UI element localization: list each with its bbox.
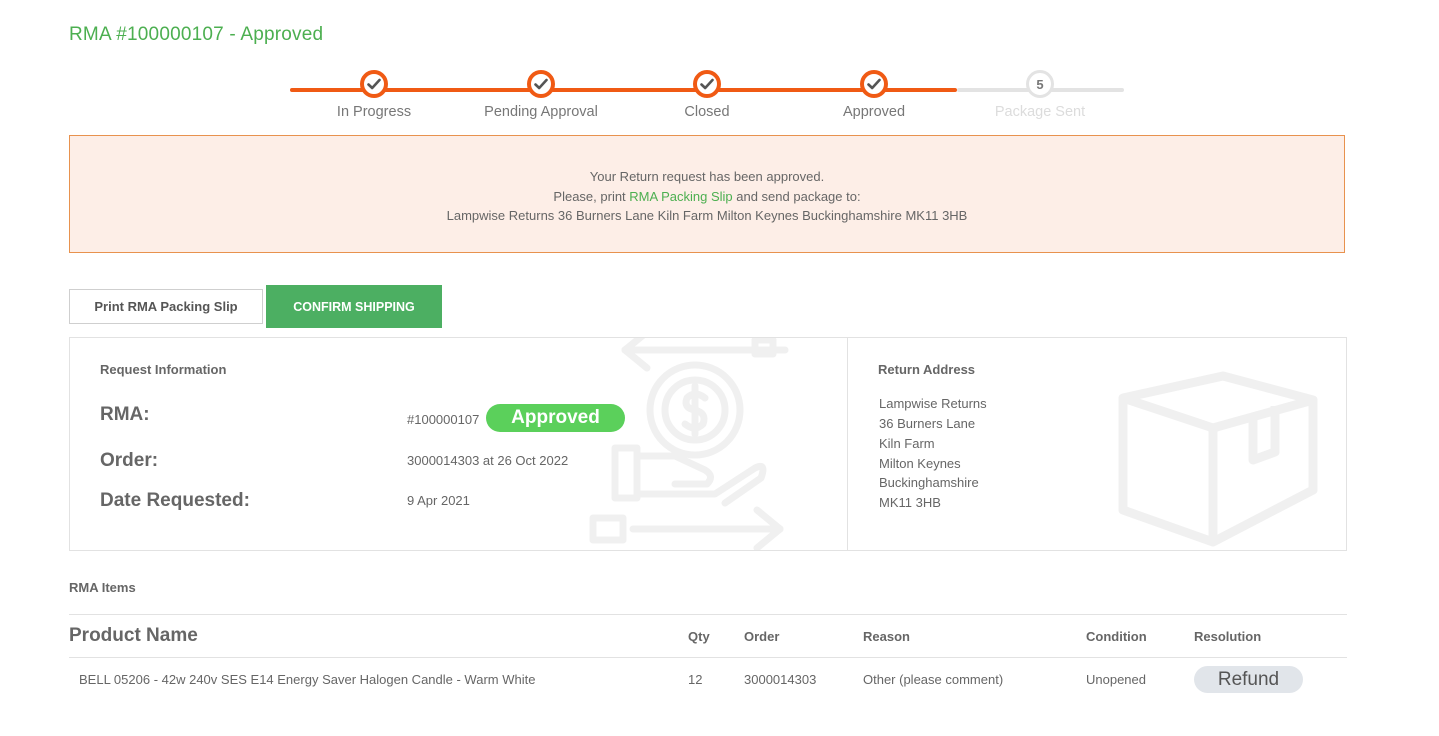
check-icon [693,70,721,98]
item-order: 3000014303 [744,671,817,687]
rma-items-table: Product Name Qty Order Reason Condition … [69,614,1347,700]
step-label: Package Sent [994,104,1086,120]
step-pending-approval: Pending Approval [461,70,621,120]
print-packing-slip-button[interactable]: Print RMA Packing Slip [69,289,263,324]
check-icon [360,70,388,98]
package-box-icon [1118,371,1318,547]
column-header-qty: Qty [688,614,744,658]
notice-address: Lampwise Returns 36 Burners Lane Kiln Fa… [446,208,968,223]
rma-items-title: RMA Items [69,580,136,595]
page-title: RMA #100000107 - Approved [69,24,324,45]
date-requested-value: 9 Apr 2021 [407,493,470,508]
rma-label: RMA: [100,404,150,425]
step-closed: Closed [627,70,787,120]
notice-instructions-suffix: and send package to: [736,188,861,204]
address-line: Kiln Farm [879,436,935,451]
confirm-shipping-button[interactable]: CONFIRM SHIPPING [266,285,442,328]
item-product-name: BELL 05206 - 42w 240v SES E14 Energy Sav… [79,671,536,687]
step-label: In Progress [336,104,412,120]
address-line: Buckinghamshire [879,475,979,490]
refund-money-icon [589,338,789,550]
status-badge: Approved [486,404,625,432]
request-info-heading: Request Information [100,362,227,377]
address-line: MK11 3HB [879,495,941,510]
order-label: Order: [100,450,159,471]
step-label: Closed [684,104,730,120]
table-header-row: Product Name Qty Order Reason Condition … [69,614,1347,658]
column-header-condition: Condition [1086,614,1194,658]
step-label: Approved [842,104,906,120]
step-number-circle: 5 [1026,70,1054,98]
return-address-heading: Return Address [878,362,976,377]
item-condition: Unopened [1086,671,1146,687]
check-icon [860,70,888,98]
rma-progress-tracker: In Progress Pending Approval Closed Appr… [290,70,1124,130]
address-line: Milton Keynes [879,456,961,471]
notice-message: Your Return request has been approved. [589,169,825,184]
step-package-sent: 5 Package Sent [960,70,1120,120]
item-resolution-cell: Refund [1194,658,1347,701]
resolution-badge: Refund [1194,665,1303,693]
return-address-panel: Return Address Lampwise Returns 36 Burne… [847,337,1347,551]
table-row: BELL 05206 - 42w 240v SES E14 Energy Sav… [69,658,1347,701]
item-qty: 12 [688,671,703,687]
check-icon [527,70,555,98]
address-line: Lampwise Returns [879,396,987,411]
column-header-resolution: Resolution [1194,614,1347,658]
step-in-progress: In Progress [294,70,454,120]
order-value: 3000014303 at 26 Oct 2022 [407,453,569,468]
step-approved: Approved [794,70,954,120]
step-label: Pending Approval [484,104,598,120]
date-requested-label: Date Requested: [100,490,250,511]
request-information-panel: Request Information RMA: #100000107 Appr… [69,337,848,551]
item-reason: Other (please comment) [863,671,1004,687]
packing-slip-link[interactable]: RMA Packing Slip [629,189,732,204]
address-line: 36 Burners Lane [879,416,976,431]
approval-notice: Your Return request has been approved. P… [69,135,1345,253]
column-header-product: Product Name [69,614,688,658]
step-number: 5 [1036,76,1044,92]
column-header-order: Order [744,614,863,658]
rma-value: #100000107 [407,412,480,427]
notice-instructions: Please, print RMA Packing Slip and send … [70,187,1344,207]
notice-instructions-prefix: Please, print [553,188,626,204]
column-header-reason: Reason [863,614,1086,658]
